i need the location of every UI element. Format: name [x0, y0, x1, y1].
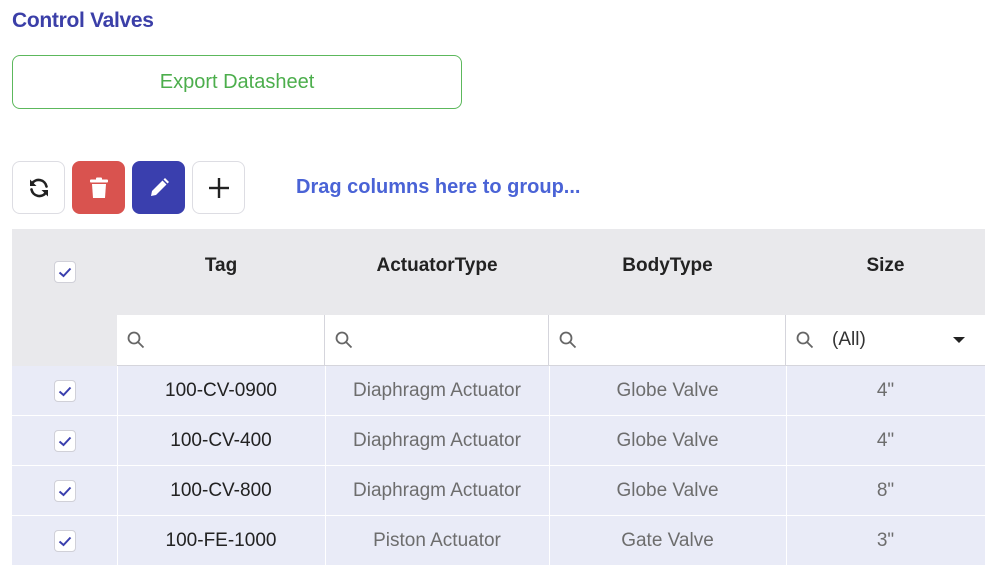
tag-filter-input[interactable]	[117, 315, 325, 366]
grid-toolbar	[12, 161, 245, 215]
edit-button[interactable]	[132, 161, 185, 214]
check-icon	[58, 436, 71, 446]
column-header-label: BodyType	[622, 254, 713, 276]
bodytype-value: Globe Valve	[616, 480, 719, 501]
add-button[interactable]	[192, 161, 245, 214]
bodytype-cell: Globe Valve	[549, 466, 786, 516]
actuatortype-value: Piston Actuator	[373, 530, 501, 551]
search-icon	[559, 331, 577, 349]
refresh-icon	[29, 178, 48, 197]
select-all-cell	[12, 229, 117, 315]
table-row[interactable]: 100-FE-1000 Piston Actuator Gate Valve 3…	[12, 516, 985, 566]
actuatortype-value: Diaphragm Actuator	[353, 380, 521, 401]
check-icon	[58, 267, 71, 277]
actuatortype-value: Diaphragm Actuator	[353, 480, 521, 501]
chevron-down-icon	[953, 337, 965, 343]
table-row[interactable]: 100-CV-800 Diaphragm Actuator Globe Valv…	[12, 466, 985, 516]
table-row[interactable]: 100-CV-0900 Diaphragm Actuator Globe Val…	[12, 366, 985, 416]
search-icon	[127, 331, 145, 349]
size-cell: 8"	[786, 466, 985, 516]
size-filter-select[interactable]: (All)	[786, 315, 985, 366]
header-row: Tag ActuatorType BodyType Size	[12, 229, 985, 315]
tag-value: 100-CV-0900	[165, 380, 277, 401]
column-header-size[interactable]: Size	[786, 229, 985, 302]
column-header-tag[interactable]: Tag	[117, 229, 325, 302]
bodytype-filter-input[interactable]	[549, 315, 786, 366]
row-checkbox[interactable]	[53, 430, 76, 452]
size-filter-value: (All)	[832, 329, 866, 350]
tag-cell: 100-CV-400	[117, 416, 325, 466]
bodytype-value: Globe Valve	[616, 430, 719, 451]
actuatortype-filter-input[interactable]	[325, 315, 549, 366]
bodytype-cell: Globe Valve	[549, 416, 786, 466]
size-cell: 4"	[786, 416, 985, 466]
actuatortype-cell: Diaphragm Actuator	[325, 366, 549, 416]
tag-cell: 100-FE-1000	[117, 516, 325, 566]
delete-button[interactable]	[72, 161, 125, 214]
check-icon	[58, 536, 71, 546]
refresh-button[interactable]	[12, 161, 65, 214]
row-select-cell	[12, 516, 117, 566]
row-checkbox[interactable]	[53, 480, 76, 502]
filter-row: (All)	[12, 315, 985, 366]
column-header-bodytype[interactable]: BodyType	[549, 229, 786, 302]
bodytype-cell: Gate Valve	[549, 516, 786, 566]
size-value: 8"	[876, 480, 895, 501]
pencil-icon	[150, 177, 169, 196]
row-select-cell	[12, 466, 117, 516]
bodytype-value: Globe Valve	[616, 380, 719, 401]
column-header-label: ActuatorType	[376, 254, 498, 276]
size-cell: 3"	[786, 516, 985, 566]
tag-cell: 100-CV-800	[117, 466, 325, 516]
select-all-checkbox[interactable]	[53, 261, 76, 283]
size-cell: 4"	[786, 366, 985, 416]
row-checkbox[interactable]	[53, 380, 76, 402]
tag-value: 100-FE-1000	[165, 530, 277, 551]
tag-value: 100-CV-400	[170, 430, 272, 451]
data-grid: Tag ActuatorType BodyType Size (All) 100…	[12, 229, 985, 578]
actuatortype-cell: Diaphragm Actuator	[325, 466, 549, 516]
size-value: 4"	[876, 430, 895, 451]
actuatortype-cell: Piston Actuator	[325, 516, 549, 566]
search-icon	[335, 331, 353, 349]
tag-value: 100-CV-800	[170, 480, 272, 501]
check-icon	[58, 386, 71, 396]
group-panel-hint[interactable]: Drag columns here to group...	[296, 176, 580, 199]
page-title: Control Valves	[12, 9, 154, 32]
tag-cell: 100-CV-0900	[117, 366, 325, 416]
row-select-cell	[12, 366, 117, 416]
search-icon	[796, 331, 814, 349]
bodytype-cell: Globe Valve	[549, 366, 786, 416]
size-value: 4"	[876, 380, 895, 401]
column-header-label: Tag	[204, 254, 238, 276]
actuatortype-cell: Diaphragm Actuator	[325, 416, 549, 466]
export-datasheet-button[interactable]: Export Datasheet	[12, 55, 462, 109]
column-header-label: Size	[866, 254, 905, 276]
bodytype-value: Gate Valve	[621, 530, 714, 551]
row-checkbox[interactable]	[53, 530, 76, 552]
column-header-actuatortype[interactable]: ActuatorType	[325, 229, 549, 302]
actuatortype-value: Diaphragm Actuator	[353, 430, 521, 451]
trash-icon	[89, 177, 108, 198]
table-row[interactable]: 100-CV-400 Diaphragm Actuator Globe Valv…	[12, 416, 985, 466]
check-icon	[58, 486, 71, 496]
row-select-cell	[12, 416, 117, 466]
plus-icon	[208, 177, 229, 198]
size-value: 3"	[876, 530, 895, 551]
